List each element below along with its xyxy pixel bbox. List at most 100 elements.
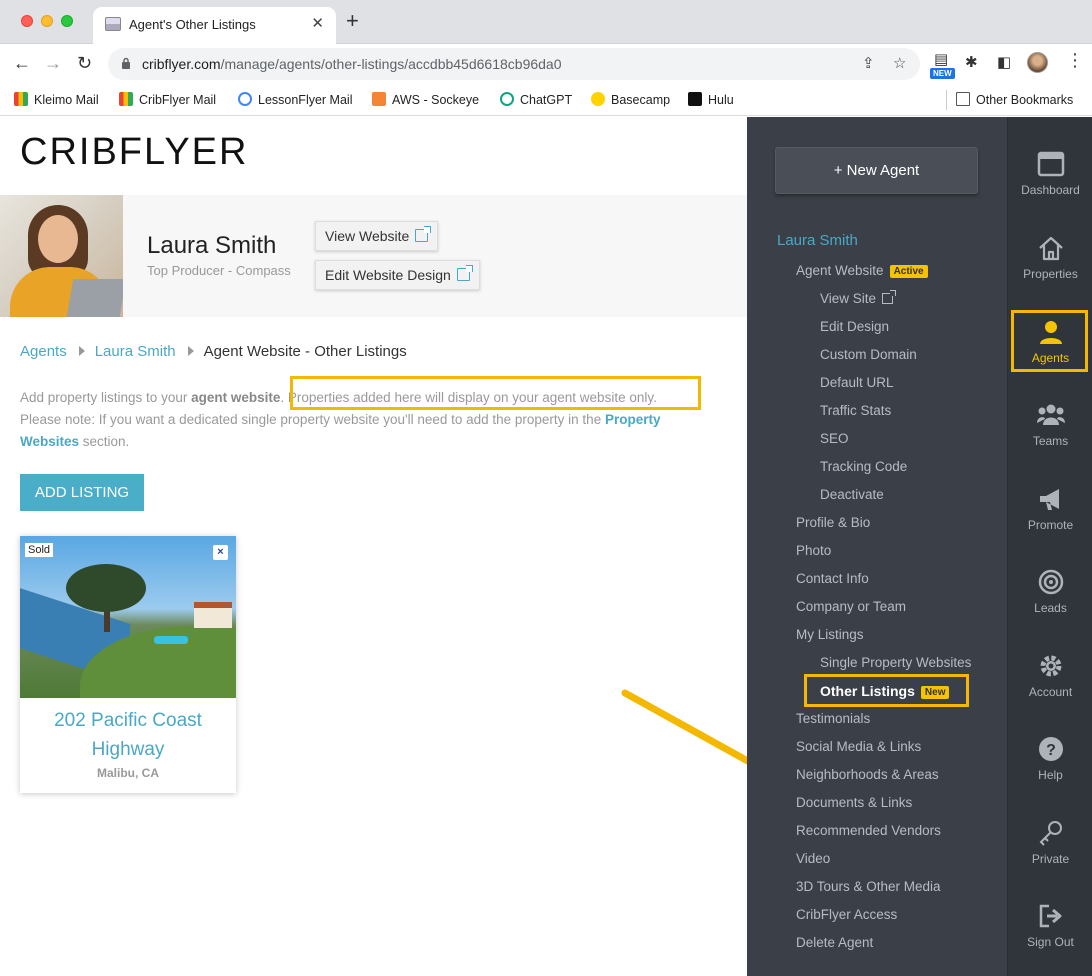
active-badge: Active <box>889 265 928 278</box>
listing-location: Malibu, CA <box>97 766 159 780</box>
basecamp-icon <box>591 92 605 106</box>
sidebar-item-other-listings[interactable]: Other Listings New <box>820 683 950 699</box>
other-bookmarks-folder[interactable]: Other Bookmarks <box>956 92 1073 107</box>
bookmarks-divider <box>946 90 947 110</box>
minimize-window-button[interactable] <box>41 15 53 27</box>
listing-title[interactable]: 202 Pacific Coast Highway <box>20 706 236 764</box>
nav-teams[interactable]: Teams <box>1008 402 1092 448</box>
profile-avatar[interactable] <box>1027 52 1048 73</box>
sidebar-item-neighborhoods[interactable]: Neighborhoods & Areas <box>796 767 939 782</box>
nav-dashboard[interactable]: Dashboard <box>1008 151 1092 197</box>
nav-promote[interactable]: Promote <box>1008 486 1092 532</box>
external-link-icon <box>415 226 432 242</box>
highlight-annotation-box <box>290 376 701 410</box>
gmail-icon <box>119 92 133 106</box>
sidebar-item-delete-agent[interactable]: Delete Agent <box>796 935 873 950</box>
agent-sidebar: + New Agent Laura Smith Agent Website Act… <box>747 117 1007 976</box>
extensions-puzzle-icon[interactable]: ✱ <box>965 53 978 71</box>
maximize-window-button[interactable] <box>61 15 73 27</box>
page-favicon-icon <box>105 17 121 31</box>
sidebar-item-custom-domain[interactable]: Custom Domain <box>820 347 917 362</box>
sold-badge: Sold <box>25 543 54 557</box>
sidebar-item-company-team[interactable]: Company or Team <box>796 599 906 614</box>
address-bar[interactable]: cribflyer.com/manage/agents/other-listin… <box>108 48 920 80</box>
lock-icon <box>122 57 130 69</box>
breadcrumb-agents[interactable]: Agents <box>20 343 67 360</box>
sidebar-item-video[interactable]: Video <box>796 851 830 866</box>
bookmark-hulu[interactable]: Hulu <box>688 92 734 107</box>
share-icon[interactable]: ⇪ <box>862 54 875 72</box>
sidebar-item-single-property-websites[interactable]: Single Property Websites <box>820 655 971 670</box>
nav-sign-out[interactable]: Sign Out <box>1008 903 1092 949</box>
back-arrow-icon[interactable]: ← <box>13 53 31 73</box>
bookmark-kleimo-mail[interactable]: Kleimo Mail <box>14 92 99 107</box>
new-tab-icon[interactable]: + <box>346 10 359 32</box>
bookmark-chatgpt[interactable]: ChatGPT <box>500 92 572 107</box>
close-window-button[interactable] <box>21 15 33 27</box>
bookmarks-bar: Kleimo Mail CribFlyer Mail LessonFlyer M… <box>0 84 1092 116</box>
forward-arrow-icon[interactable]: → <box>44 53 62 73</box>
bookmark-basecamp[interactable]: Basecamp <box>591 92 670 107</box>
reload-icon[interactable]: ↻ <box>77 53 92 73</box>
sidebar-item-tracking-code[interactable]: Tracking Code <box>820 459 907 474</box>
nav-private[interactable]: Private <box>1008 820 1092 866</box>
browser-menu-icon[interactable]: ⋮ <box>1066 50 1084 71</box>
view-website-button[interactable]: View Website <box>315 221 439 251</box>
main-content: CRIBFLYER Laura Smith Top Producer - Com… <box>0 117 791 976</box>
browser-tab[interactable]: Agent's Other Listings ✕ <box>93 7 336 44</box>
tab-close-icon[interactable]: ✕ <box>311 14 324 32</box>
extension-doc-icon[interactable]: ▤ <box>934 50 948 68</box>
sidebar-item-view-site[interactable]: View Site <box>820 290 897 306</box>
sidebar-item-deactivate[interactable]: Deactivate <box>820 487 884 502</box>
new-agent-button[interactable]: + New Agent <box>775 147 978 194</box>
edit-website-design-button[interactable]: Edit Website Design <box>315 260 480 290</box>
bookmark-cribflyer-mail[interactable]: CribFlyer Mail <box>119 92 216 107</box>
sidebar-item-contact-info[interactable]: Contact Info <box>796 571 869 586</box>
breadcrumb-agent[interactable]: Laura Smith <box>95 343 176 360</box>
sidebar-item-traffic-stats[interactable]: Traffic Stats <box>820 403 891 418</box>
nav-help[interactable]: ? Help <box>1008 736 1092 782</box>
key-icon <box>1039 821 1062 846</box>
aws-cube-icon <box>372 92 386 106</box>
listing-card[interactable]: Sold × 202 Pacific Coast Highway Malibu, … <box>20 536 236 793</box>
sidebar-agent-name[interactable]: Laura Smith <box>777 232 858 249</box>
browser-tab-bar: Agent's Other Listings ✕ + <box>0 0 1092 44</box>
sidebar-item-agent-website[interactable]: Agent Website Active <box>796 263 928 278</box>
sidebar-item-3d-tours[interactable]: 3D Tours & Other Media <box>796 879 941 894</box>
star-bookmark-icon[interactable]: ☆ <box>893 54 906 72</box>
sidebar-item-testimonials[interactable]: Testimonials <box>796 711 870 726</box>
bookmark-lessonflyer-mail[interactable]: LessonFlyer Mail <box>238 92 352 107</box>
browser-toolbar: ← → ↻ cribflyer.com/manage/agents/other-… <box>0 44 1092 84</box>
agent-photo <box>0 195 123 317</box>
cribflyer-logo[interactable]: CRIBFLYER <box>20 131 248 174</box>
remove-listing-icon[interactable]: × <box>213 545 228 560</box>
gmail-icon <box>14 92 28 106</box>
agent-name: Laura Smith <box>147 232 277 259</box>
sidebar-item-photo[interactable]: Photo <box>796 543 831 558</box>
add-listing-button[interactable]: ADD LISTING <box>20 474 144 511</box>
side-panel-icon[interactable]: ◧ <box>997 53 1011 71</box>
sidebar-item-seo[interactable]: SEO <box>820 431 849 446</box>
sidebar-item-social-media[interactable]: Social Media & Links <box>796 739 921 754</box>
megaphone-icon <box>1039 489 1059 510</box>
dashboard-icon <box>1037 151 1064 177</box>
sidebar-item-default-url[interactable]: Default URL <box>820 375 894 390</box>
sidebar-item-my-listings[interactable]: My Listings <box>796 627 864 642</box>
folder-icon <box>956 92 970 106</box>
nav-agents[interactable]: Agents <box>1008 319 1092 365</box>
nav-properties[interactable]: Properties <box>1008 235 1092 281</box>
sidebar-item-edit-design[interactable]: Edit Design <box>820 319 889 334</box>
nav-leads[interactable]: Leads <box>1008 569 1092 615</box>
chatgpt-icon <box>500 92 514 106</box>
breadcrumb-separator-icon <box>78 346 85 356</box>
nav-account[interactable]: Account <box>1008 653 1092 699</box>
agent-subtitle: Top Producer - Compass <box>147 263 291 278</box>
new-extension-badge: NEW <box>930 68 955 79</box>
sidebar-item-profile-bio[interactable]: Profile & Bio <box>796 515 870 530</box>
url-text: cribflyer.com/manage/agents/other-listin… <box>142 56 562 72</box>
sidebar-item-cribflyer-access[interactable]: CribFlyer Access <box>796 907 897 922</box>
sidebar-item-documents[interactable]: Documents & Links <box>796 795 912 810</box>
external-link-icon <box>882 290 897 304</box>
bookmark-aws-sockeye[interactable]: AWS - Sockeye <box>372 92 479 107</box>
sidebar-item-vendors[interactable]: Recommended Vendors <box>796 823 941 838</box>
